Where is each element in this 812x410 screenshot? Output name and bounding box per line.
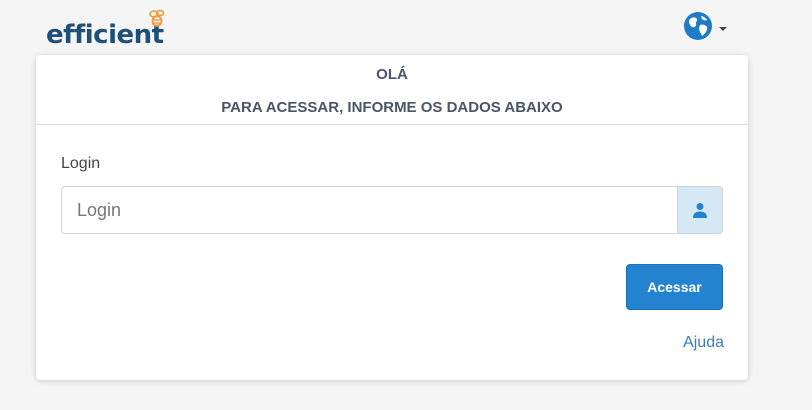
language-selector[interactable]	[683, 11, 727, 41]
instructions-heading: PARA ACESSAR, INFORME OS DADOS ABAIXO	[221, 99, 563, 116]
login-addon	[677, 186, 723, 234]
brand-logo: efficient	[46, 8, 165, 48]
login-label: Login	[61, 155, 101, 172]
login-card: OLÁ PARA ACESSAR, INFORME OS DADOS ABAIX…	[36, 55, 748, 380]
help-link[interactable]: Ajuda	[683, 334, 724, 352]
submit-button[interactable]: Acessar	[626, 264, 723, 310]
login-input-group	[61, 186, 723, 234]
user-icon	[693, 203, 707, 218]
bee-icon	[149, 9, 165, 27]
globe-icon	[684, 12, 712, 40]
caret-down-icon	[719, 27, 727, 31]
card-header: OLÁ PARA ACESSAR, INFORME OS DADOS ABAIX…	[36, 55, 748, 125]
greeting-heading: OLÁ	[376, 66, 408, 83]
login-input[interactable]	[61, 186, 677, 234]
